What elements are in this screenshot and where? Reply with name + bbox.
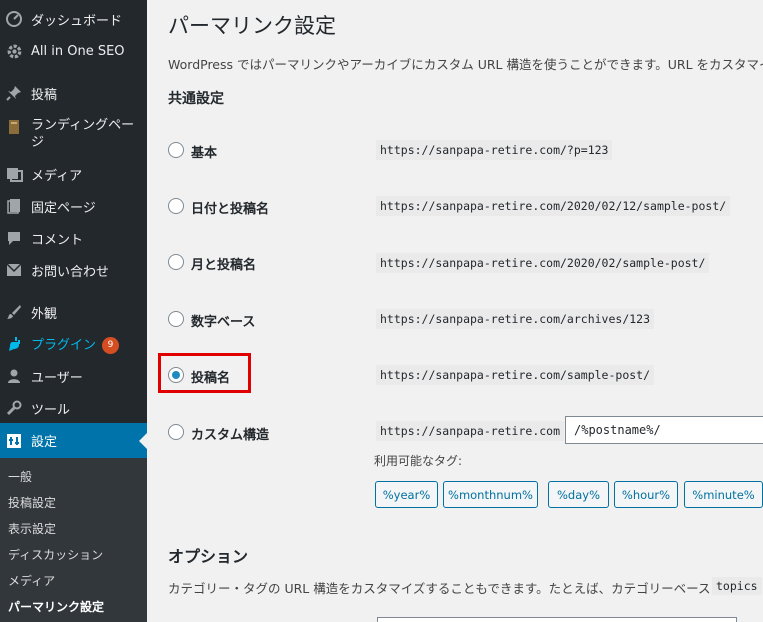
menu-item-tools[interactable]: ツール: [0, 398, 147, 418]
update-count-badge: 9: [102, 337, 120, 354]
menu-item-pages[interactable]: 固定ページ: [0, 196, 147, 216]
settings-icon: [5, 432, 23, 450]
menu-label: 投稿: [31, 87, 58, 103]
option-label: 日付と投稿名: [191, 202, 270, 217]
tag-button-monthnum[interactable]: %monthnum%: [443, 481, 538, 508]
radio-day-name[interactable]: [168, 198, 184, 214]
tag-button-hour[interactable]: %hour%: [614, 481, 678, 508]
menu-label: 固定ページ: [31, 200, 96, 216]
menu-label: 外観: [31, 306, 58, 322]
pin-icon: [5, 84, 23, 102]
url-example-plain: https://sanpapa-retire.com/?p=123: [376, 140, 613, 160]
page-title: パーマリンク設定: [168, 14, 336, 38]
submenu-item-media[interactable]: メディア: [8, 572, 55, 589]
gear-icon: [5, 42, 23, 60]
radio-post-name[interactable]: [168, 367, 184, 383]
submenu-item-permalinks[interactable]: パーマリンク設定: [8, 598, 104, 615]
permalink-option-post-name[interactable]: 投稿名: [168, 363, 288, 389]
admin-sidebar: ダッシュボード All in One SEO 投稿 ランディングページ メディア…: [0, 0, 147, 622]
menu-item-appearance[interactable]: 外観: [0, 302, 147, 322]
plugin-icon: [5, 335, 23, 353]
menu-label: メディア: [31, 168, 83, 184]
page-description: WordPress ではパーマリンクやアーカイブにカスタム URL 構造を使うこ…: [168, 57, 763, 72]
submenu-item-reading[interactable]: 表示設定: [8, 520, 56, 537]
radio-plain[interactable]: [168, 142, 184, 158]
custom-structure-input[interactable]: /%postname%/: [565, 416, 763, 444]
options-section-title: オプション: [168, 547, 249, 566]
menu-label-text: プラグイン: [31, 338, 97, 353]
permalink-option-month-name[interactable]: 月と投稿名: [168, 250, 288, 276]
settings-submenu: 一般 投稿設定 表示設定 ディスカッション メディア パーマリンク設定: [0, 458, 147, 622]
wrench-icon: [5, 399, 23, 417]
url-example-numeric: https://sanpapa-retire.com/archives/123: [376, 309, 655, 329]
dashboard-icon: [5, 10, 23, 28]
menu-label: 設定: [31, 435, 58, 450]
submenu-item-discussion[interactable]: ディスカッション: [8, 546, 103, 563]
menu-item-landing-pages[interactable]: ランディングページ: [0, 116, 147, 152]
permalink-option-day-name[interactable]: 日付と投稿名: [168, 194, 288, 220]
permalink-option-custom[interactable]: カスタム構造: [168, 420, 308, 446]
mail-icon: [5, 261, 23, 279]
options-code-example: topics: [712, 577, 762, 595]
url-example-custom-base: https://sanpapa-retire.com: [376, 421, 565, 441]
options-description: カテゴリー・タグの URL 構造をカスタマイズすることもできます。たとえば、カテ…: [168, 581, 723, 596]
media-icon: [5, 165, 23, 183]
permalink-option-plain[interactable]: 基本: [168, 138, 288, 164]
url-example-post-name: https://sanpapa-retire.com/sample-post/: [376, 365, 655, 385]
menu-item-media[interactable]: メディア: [0, 164, 147, 184]
comment-icon: [5, 229, 23, 247]
radio-custom[interactable]: [168, 424, 184, 440]
radio-month-name[interactable]: [168, 254, 184, 270]
menu-label: All in One SEO: [31, 43, 125, 59]
menu-item-dashboard[interactable]: ダッシュボード: [0, 9, 147, 29]
option-label: 月と投稿名: [191, 258, 257, 273]
menu-label: ダッシュボード: [31, 13, 123, 29]
available-tags-label: 利用可能なタグ:: [374, 454, 463, 468]
menu-item-settings[interactable]: 設定: [0, 423, 147, 458]
menu-item-users[interactable]: ユーザー: [0, 366, 147, 386]
document-icon: [5, 118, 23, 136]
menu-label: ランディングページ: [31, 118, 135, 150]
menu-item-contact[interactable]: お問い合わせ: [0, 260, 147, 280]
radio-numeric[interactable]: [168, 311, 184, 327]
menu-label: ユーザー: [31, 370, 83, 386]
menu-label: コメント: [31, 232, 84, 248]
option-label: 基本: [191, 146, 218, 161]
tag-button-day[interactable]: %day%: [548, 481, 609, 508]
option-label: 投稿名: [191, 371, 231, 386]
menu-item-plugins[interactable]: プラグイン 9: [0, 334, 147, 354]
submenu-item-writing[interactable]: 投稿設定: [8, 494, 56, 511]
category-base-input[interactable]: [377, 617, 737, 622]
menu-item-posts[interactable]: 投稿: [0, 83, 147, 103]
url-example-month-name: https://sanpapa-retire.com/2020/02/sampl…: [376, 253, 710, 273]
option-label: カスタム構造: [191, 428, 270, 443]
permalink-option-numeric[interactable]: 数字ベース: [168, 307, 288, 333]
menu-label: ツール: [31, 402, 71, 418]
user-icon: [5, 367, 23, 385]
option-label: 数字ベース: [191, 315, 256, 330]
common-settings-title: 共通設定: [168, 91, 224, 107]
menu-item-aioseo[interactable]: All in One SEO: [0, 41, 147, 61]
brush-icon: [5, 303, 23, 321]
page-icon: [5, 197, 23, 215]
tag-button-year[interactable]: %year%: [375, 481, 438, 508]
tag-button-minute[interactable]: %minute%: [684, 481, 763, 508]
menu-label: プラグイン 9: [31, 334, 120, 354]
main-content: パーマリンク設定 WordPress ではパーマリンクやアーカイブにカスタム U…: [147, 0, 763, 622]
url-example-day-name: https://sanpapa-retire.com/2020/02/12/sa…: [376, 196, 731, 216]
menu-item-comments[interactable]: コメント: [0, 228, 147, 248]
submenu-item-general[interactable]: 一般: [8, 468, 32, 485]
menu-label: お問い合わせ: [31, 264, 110, 280]
